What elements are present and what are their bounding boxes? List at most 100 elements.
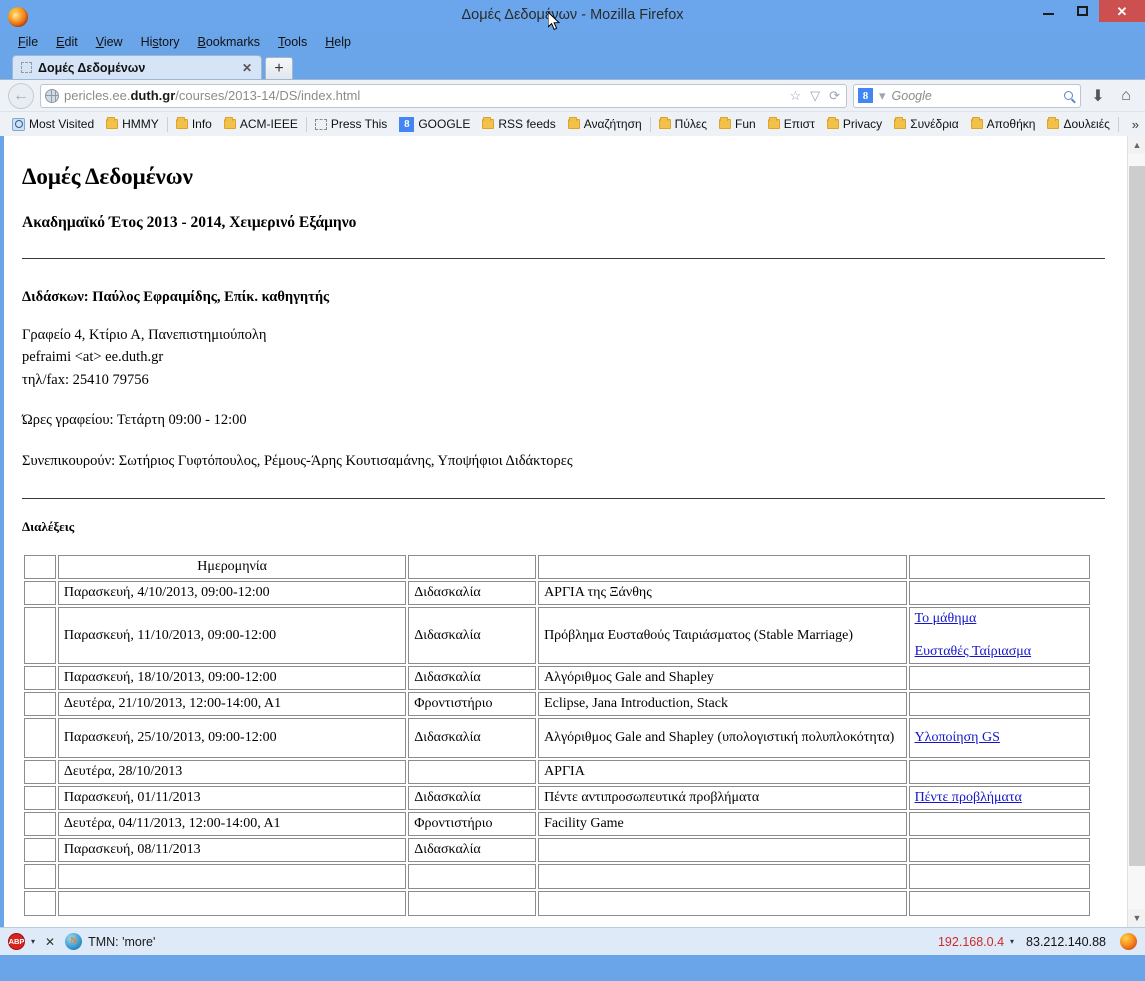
minimize-button[interactable] <box>1031 0 1065 22</box>
window-bottom-edge <box>0 955 1145 958</box>
cell-num <box>24 786 56 811</box>
bookmark-info[interactable]: Info <box>170 117 218 131</box>
scroll-down-button[interactable]: ▼ <box>1128 909 1145 927</box>
bookmark-rss-feeds[interactable]: RSS feeds <box>476 117 561 131</box>
bookmark-acm-ieee[interactable]: ACM-IEEE <box>218 117 304 131</box>
title-bar: Δομές Δεδομένων - Mozilla Firefox ✕ <box>0 0 1145 31</box>
divider-bottom <box>22 498 1105 500</box>
chevron-down-icon[interactable]: ▽ <box>808 88 822 104</box>
new-tab-button[interactable]: + <box>265 57 293 79</box>
header-type <box>408 555 537 580</box>
cell-date: Παρασκευή, 18/10/2013, 09:00-12:00 <box>57 666 407 691</box>
menu-bookmarks[interactable]: Bookmarks <box>190 34 269 50</box>
url-domain: duth.gr <box>130 88 176 103</box>
globe-icon <box>45 88 59 103</box>
cell-links: Το μάθημα Ευσταθές Ταίριασμα <box>908 607 1090 665</box>
chevron-down-icon[interactable]: ▾ <box>1010 937 1014 946</box>
menu-edit[interactable]: Edit <box>48 34 86 50</box>
link-eustathes-tairiasma[interactable]: Ευσταθές Ταίριασμα <box>915 644 1084 660</box>
google-icon[interactable]: 8 <box>858 88 873 103</box>
bookmark-apothiki[interactable]: Αποθήκη <box>965 117 1042 131</box>
maximize-button[interactable] <box>1065 0 1099 22</box>
lectures-heading: Διαλέξεις <box>22 519 75 535</box>
url-bar[interactable]: pericles.ee.duth.gr/courses/2013-14/DS/i… <box>40 83 847 108</box>
assistants-line: Συνεπικουρούν: Σωτήριος Γυφτόπουλος, Ρέμ… <box>22 452 573 469</box>
bookmark-label: Επιστ <box>783 117 815 131</box>
cell-date: Δευτέρα, 28/10/2013 <box>57 760 407 785</box>
bookmark-most-visited[interactable]: Most Visited <box>6 117 100 131</box>
cell-topic: ΑΡΓΙΑ <box>538 760 907 785</box>
bookmark-label: Most Visited <box>29 117 95 131</box>
cell-type: Διδασκαλία <box>408 666 537 691</box>
back-button[interactable]: ← <box>8 82 34 109</box>
bookmark-epist[interactable]: Επιστ <box>762 117 821 131</box>
cell-type: Φροντιστήριο <box>408 812 537 837</box>
bookmark-doulies[interactable]: Δουλειές <box>1041 117 1115 131</box>
adblock-plus-icon[interactable]: ABP <box>8 933 25 950</box>
cell-date: Δευτέρα, 04/11/2013, 12:00-14:00, Α1 <box>57 812 407 837</box>
bookmark-synedria[interactable]: Συνέδρια <box>888 117 964 131</box>
office-hours-line: Ώρες γραφείου: Τετάρτη 09:00 - 12:00 <box>22 412 247 429</box>
bookmark-label: Fun <box>735 117 756 131</box>
menu-file[interactable]: File <box>10 34 46 50</box>
table-row: Δευτέρα, 04/11/2013, 12:00-14:00, Α1 Φρο… <box>24 812 1090 837</box>
search-icon[interactable] <box>1064 91 1073 100</box>
reload-icon[interactable]: ⟳ <box>827 88 842 104</box>
cell-num <box>24 812 56 837</box>
close-icon[interactable]: ✕ <box>41 935 59 949</box>
close-button[interactable]: ✕ <box>1099 0 1145 22</box>
email-line: pefraimi <at> ee.duth.gr <box>22 349 164 366</box>
cell-date: Παρασκευή, 08/11/2013 <box>57 838 407 863</box>
cell-topic: Πρόβλημα Ευσταθούς Ταιριάσματος (Stable … <box>538 607 907 665</box>
page-subtitle: Ακαδημαϊκό Έτος 2013 - 2014, Χειμερινό Ε… <box>22 214 357 231</box>
window-controls: ✕ <box>1031 0 1145 31</box>
search-input[interactable]: Google <box>892 89 1060 103</box>
downloads-button[interactable]: ⬇ <box>1087 84 1109 108</box>
folder-icon <box>826 117 839 129</box>
folder-icon <box>106 117 119 129</box>
cell-topic <box>538 864 907 890</box>
link-to-mathima[interactable]: Το μάθημα <box>915 611 1084 627</box>
cell-topic: Facility Game <box>538 812 907 837</box>
cell-topic: Αλγόριθμος Gale and Shapley (υπολογιστικ… <box>538 718 907 759</box>
menu-tools[interactable]: Tools <box>270 34 315 50</box>
search-engine-caret-icon[interactable]: ▾ <box>877 88 888 104</box>
cell-date <box>57 864 407 890</box>
scroll-up-button[interactable]: ▲ <box>1128 136 1145 154</box>
search-bar[interactable]: 8 ▾ Google <box>853 83 1081 108</box>
bookmark-fun[interactable]: Fun <box>713 117 762 131</box>
local-ip-label[interactable]: 192.168.0.4 <box>938 935 1004 949</box>
menu-help[interactable]: Help <box>317 34 359 50</box>
header-links <box>908 555 1090 580</box>
menu-history[interactable]: History <box>133 34 188 50</box>
tab-close-icon[interactable]: ✕ <box>239 61 255 75</box>
bookmark-pyles[interactable]: Πύλες <box>653 117 713 131</box>
cell-type: Διδασκαλία <box>408 718 537 759</box>
cell-links <box>908 838 1090 863</box>
bookmark-hmmy[interactable]: HMMY <box>100 117 165 131</box>
tmn-addon-icon[interactable]: N <box>65 933 83 950</box>
chevron-down-icon[interactable]: ▾ <box>31 937 35 946</box>
bookmark-google[interactable]: 8 GOOGLE <box>393 116 476 132</box>
bookmark-star-icon[interactable]: ☆ <box>787 88 803 104</box>
bookmarks-overflow-icon[interactable]: » <box>1132 117 1139 132</box>
firefox-status-icon[interactable] <box>1120 933 1137 950</box>
bookmark-anazitisi[interactable]: Αναζήτηση <box>562 117 648 131</box>
link-ylopoiisi-gs[interactable]: Υλοποίηση GS <box>915 730 1084 746</box>
cell-num <box>24 760 56 785</box>
link-pente-provlimata[interactable]: Πέντε προβλήματα <box>915 790 1084 806</box>
bookmark-press-this[interactable]: Press This <box>309 117 393 131</box>
vertical-scrollbar[interactable]: ▲ ▼ <box>1127 136 1145 927</box>
tab-domes-dedomenon[interactable]: Δομές Δεδομένων ✕ <box>12 55 262 79</box>
menu-view[interactable]: View <box>88 34 131 50</box>
bookmark-label: GOOGLE <box>418 117 471 131</box>
tab-label: Δομές Δεδομένων <box>38 60 146 75</box>
home-button[interactable]: ⌂ <box>1115 84 1137 108</box>
folder-icon <box>175 117 188 129</box>
office-line: Γραφείο 4, Κτίριο Α, Πανεπιστημιούπολη <box>22 327 267 343</box>
scrollbar-thumb[interactable] <box>1129 166 1145 866</box>
instructor-line: Διδάσκων: Παύλος Εφραιμίδης, Επίκ. καθηγ… <box>22 289 330 305</box>
url-prefix: pericles.ee. <box>64 88 131 103</box>
bookmark-privacy[interactable]: Privacy <box>821 117 888 131</box>
table-row: Παρασκευή, 08/11/2013 Διδασκαλία <box>24 838 1090 863</box>
